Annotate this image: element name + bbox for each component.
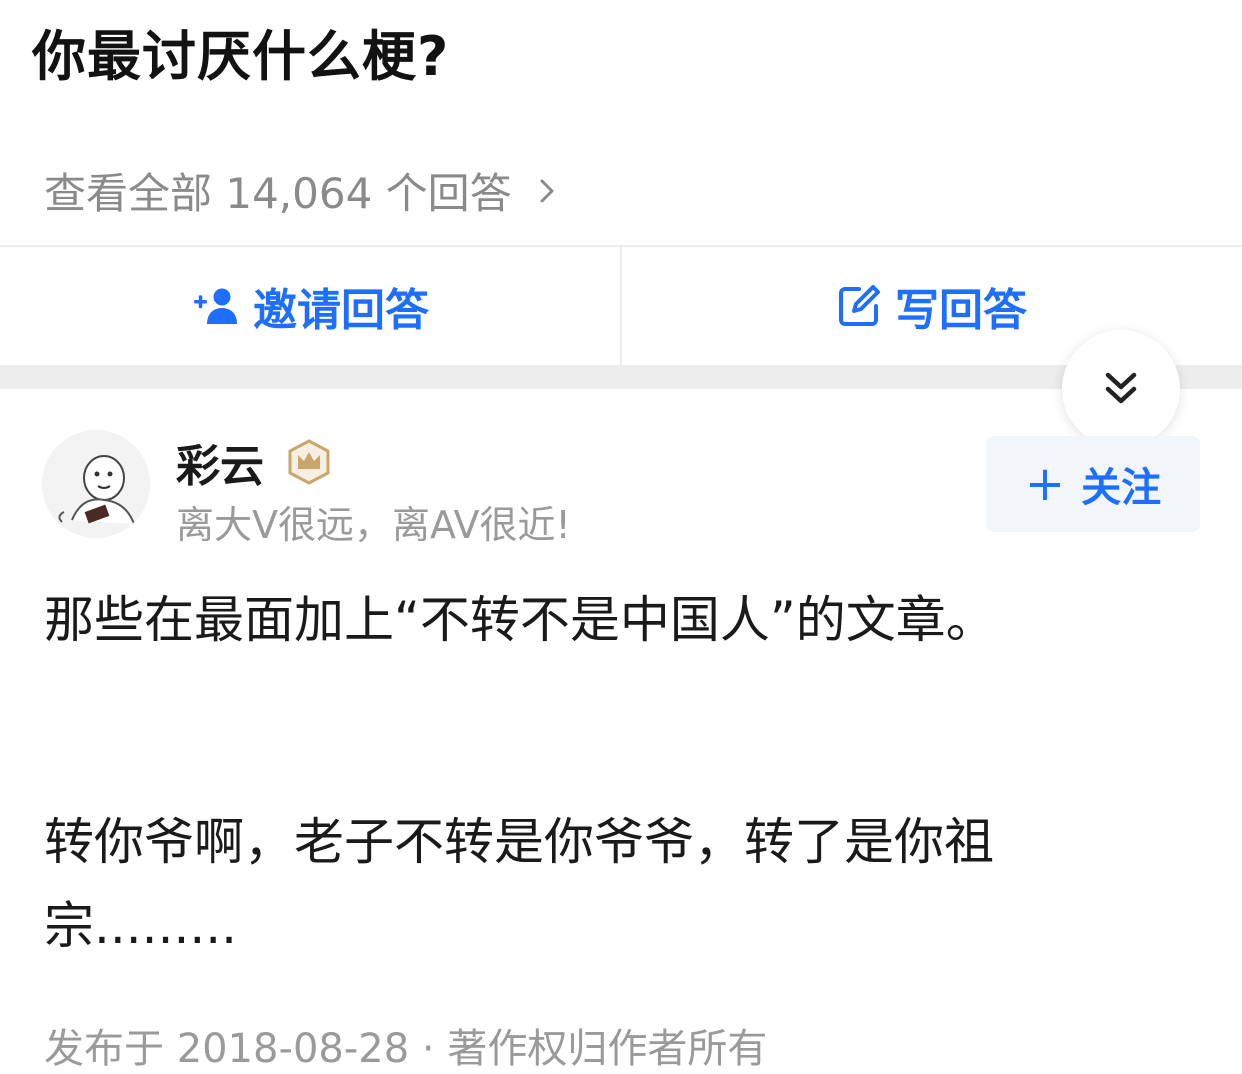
- question-title: 你最讨厌什么梗?: [32, 25, 450, 88]
- author-name[interactable]: 彩云: [176, 430, 332, 494]
- add-user-icon: [191, 286, 239, 326]
- avatar[interactable]: [42, 430, 150, 538]
- crown-badge-icon: [288, 439, 330, 485]
- follow-label: 关注: [1081, 465, 1162, 511]
- section-separator: [0, 365, 1242, 389]
- answer-paragraph: 那些在最面加上“不转不是中国人”的文章。: [44, 591, 996, 649]
- edit-icon: [837, 284, 881, 328]
- write-answer-label: 写回答: [895, 285, 1027, 336]
- action-bar: 邀请回答 写回答: [0, 247, 1242, 365]
- view-all-answers-link[interactable]: 查看全部 14,064 个回答: [44, 160, 560, 221]
- follow-button[interactable]: + 关注: [986, 436, 1200, 532]
- plus-icon: +: [1024, 456, 1066, 512]
- answer-meta: 发布于 2018-08-28 · 著作权归作者所有: [44, 1026, 768, 1072]
- view-all-answers-label: 查看全部 14,064 个回答: [44, 169, 512, 218]
- invite-answer-label: 邀请回答: [253, 285, 429, 336]
- collapse-button[interactable]: [1062, 330, 1180, 448]
- author-bio: 离大V很远，离AV很近!: [176, 503, 571, 547]
- double-chevron-down-icon: [1105, 372, 1137, 404]
- answer-paragraph: 转你爷啊，老子不转是你爷爷，转了是你祖宗.........: [44, 813, 994, 955]
- invite-answer-button[interactable]: 邀请回答: [0, 247, 620, 365]
- author-name-label: 彩云: [176, 441, 264, 492]
- chevron-right-icon: [540, 179, 554, 202]
